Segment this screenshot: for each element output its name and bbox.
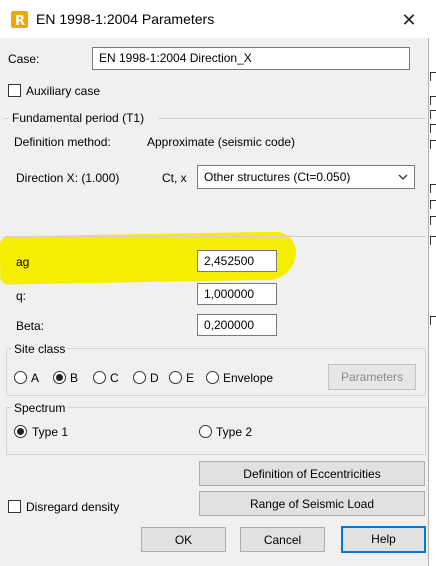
ag-input[interactable]: 2,452500 bbox=[197, 250, 277, 272]
auxiliary-case-label: Auxiliary case bbox=[26, 84, 101, 98]
definition-method-label: Definition method: bbox=[14, 135, 111, 149]
spectrum-group-label: Spectrum bbox=[12, 401, 68, 415]
ok-button[interactable]: OK bbox=[141, 527, 226, 552]
site-class-radio-e[interactable] bbox=[169, 371, 182, 384]
q-label: q: bbox=[16, 289, 27, 303]
spectrum-radio-type2[interactable] bbox=[199, 425, 212, 438]
site-class-radio-a[interactable] bbox=[14, 371, 27, 384]
window-title: EN 1998-1:2004 Parameters bbox=[36, 11, 215, 27]
ct-select-value: Other structures (Ct=0.050) bbox=[204, 170, 351, 184]
site-class-radio-label: E bbox=[186, 371, 195, 385]
disregard-density-checkbox[interactable] bbox=[8, 500, 21, 513]
range-of-seismic-load-button[interactable]: Range of Seismic Load bbox=[199, 491, 425, 516]
auxiliary-case-checkbox[interactable] bbox=[8, 84, 21, 97]
site-class-radio-label: B bbox=[70, 371, 79, 385]
chevron-down-icon bbox=[398, 174, 408, 180]
site-class-radio-label: Envelope bbox=[223, 371, 274, 385]
site-class-radio-label: A bbox=[31, 371, 40, 385]
help-button[interactable]: Help bbox=[341, 526, 426, 553]
ag-label: ag bbox=[16, 255, 30, 269]
site-class-radio-envelope[interactable] bbox=[206, 371, 219, 384]
spectrum-radio-type1[interactable] bbox=[14, 425, 27, 438]
close-icon[interactable]: ✕ bbox=[392, 6, 426, 34]
group-divider bbox=[158, 118, 426, 119]
cancel-button[interactable]: Cancel bbox=[240, 527, 325, 552]
direction-label: Direction X: (1.000) bbox=[16, 171, 120, 185]
svg-text:R: R bbox=[15, 14, 25, 28]
q-input[interactable]: 1,000000 bbox=[197, 283, 277, 305]
site-class-radio-d[interactable] bbox=[133, 371, 146, 384]
ct-select[interactable]: Other structures (Ct=0.050) bbox=[197, 165, 415, 189]
ct-label: Ct, x bbox=[162, 171, 187, 185]
site-class-radio-b[interactable] bbox=[53, 371, 66, 384]
disregard-density-label: Disregard density bbox=[26, 500, 120, 514]
site-class-radio-label: D bbox=[150, 371, 159, 385]
fundamental-period-group-label: Fundamental period (T1) bbox=[12, 111, 145, 125]
site-class-group-label: Site class bbox=[12, 342, 68, 356]
group-divider bbox=[4, 118, 8, 119]
group-divider bbox=[4, 236, 426, 237]
beta-label: Beta: bbox=[16, 319, 45, 333]
definition-method-value: Approximate (seismic code) bbox=[147, 135, 296, 149]
background-window-strip bbox=[428, 38, 436, 566]
spectrum-radio-label: Type 2 bbox=[216, 425, 253, 439]
parameters-button[interactable]: Parameters bbox=[328, 364, 416, 390]
title-bar[interactable]: R EN 1998-1:2004 Parameters ✕ bbox=[0, 0, 436, 38]
app-icon: R bbox=[11, 11, 28, 28]
site-class-radio-c[interactable] bbox=[93, 371, 106, 384]
case-label: Case: bbox=[8, 52, 40, 66]
beta-input[interactable]: 0,200000 bbox=[197, 314, 277, 336]
definition-of-eccentricities-button[interactable]: Definition of Eccentricities bbox=[199, 461, 425, 486]
spectrum-radio-label: Type 1 bbox=[32, 425, 69, 439]
site-class-radio-label: C bbox=[110, 371, 119, 385]
case-field[interactable]: EN 1998-1:2004 Direction_X bbox=[92, 47, 410, 70]
